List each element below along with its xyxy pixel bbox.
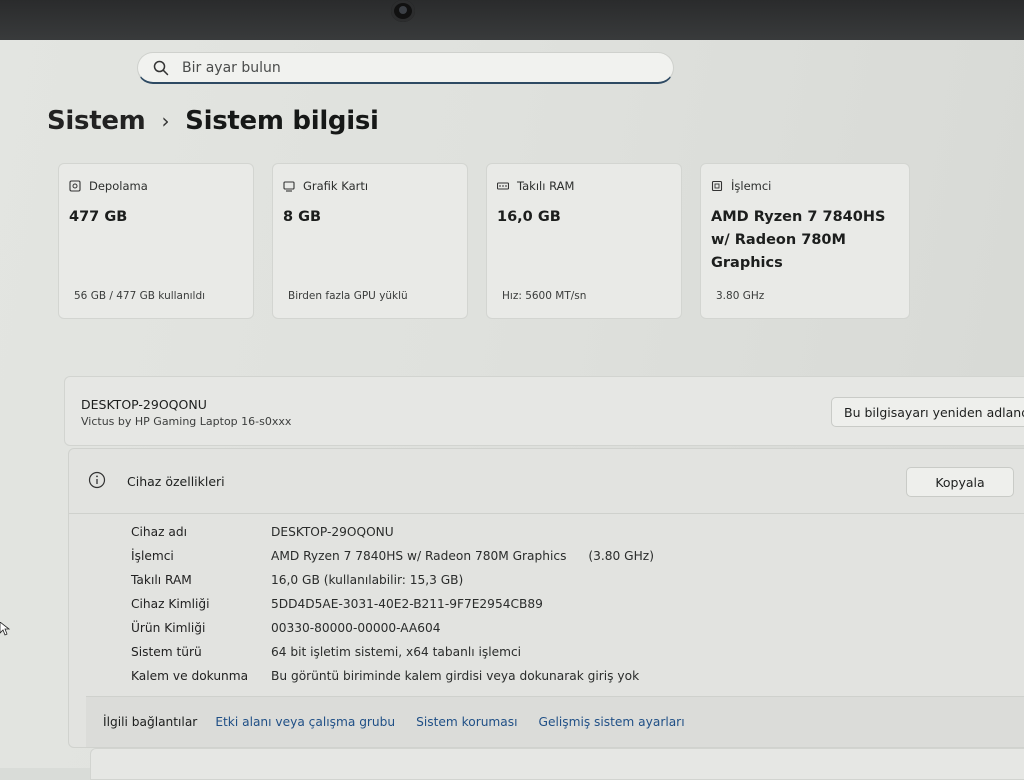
related-links-bar: İlgili bağlantılar Etki alanı veya çalış… xyxy=(86,696,1024,747)
card-title: Takılı RAM xyxy=(517,179,575,193)
card-value: 16,0 GB xyxy=(497,209,561,225)
card-subtitle: Birden fazla GPU yüklü xyxy=(288,290,408,302)
cpu-icon xyxy=(711,180,723,192)
spec-value: 64 bit işletim sistemi, x64 tabanlı işle… xyxy=(271,645,522,659)
spec-value: AMD Ryzen 7 7840HS w/ Radeon 780M Graphi… xyxy=(271,549,567,563)
ram-card: Takılı RAM 16,0 GB Hız: 5600 MT/sn xyxy=(486,163,682,319)
spec-label: Takılı RAM xyxy=(131,573,192,587)
spec-title: Cihaz özellikleri xyxy=(127,474,225,489)
card-subtitle: 3.80 GHz xyxy=(716,290,765,302)
page-title: Sistem bilgisi xyxy=(185,106,379,136)
gpu-icon xyxy=(283,181,295,192)
mouse-cursor-icon xyxy=(0,622,10,636)
search-input[interactable] xyxy=(182,59,642,76)
chevron-right-icon: › xyxy=(161,109,170,133)
spec-label: Kalem ve dokunma xyxy=(131,669,249,683)
rename-pc-button[interactable]: Bu bilgisayarı yeniden adlandır xyxy=(831,397,1024,427)
settings-window: Sistem › Sistem bilgisi Depolama 477 GB … xyxy=(0,40,1024,780)
copy-button[interactable]: Kopyala xyxy=(906,467,1014,497)
spec-value: DESKTOP-29OQONU xyxy=(271,525,394,539)
card-subtitle: Hız: 5600 MT/sn xyxy=(502,290,587,302)
advanced-system-settings-link[interactable]: Gelişmiş sistem ayarları xyxy=(539,715,685,729)
card-value: AMD Ryzen 7 7840HS w/ Radeon 780M Graphi… xyxy=(711,209,886,271)
spec-value: Bu görüntü biriminde kalem girdisi veya … xyxy=(271,669,640,683)
search-box[interactable] xyxy=(137,52,674,84)
spec-value: 5DD4D5AE-3031-40E2-B211-9F7E2954CB89 xyxy=(271,597,543,611)
spec-label: Cihaz adı xyxy=(131,525,187,539)
spec-value: 16,0 GB (kullanılabilir: 15,3 GB) xyxy=(271,573,464,587)
domain-workgroup-link[interactable]: Etki alanı veya çalışma grubu xyxy=(215,715,395,729)
storage-card: Depolama 477 GB 56 GB / 477 GB kullanıld… xyxy=(58,163,254,319)
card-header: Grafik Kartı xyxy=(283,179,368,193)
card-subtitle: 56 GB / 477 GB kullanıldı xyxy=(74,290,206,302)
device-name-panel: DESKTOP-29OQONU Victus by HP Gaming Lapt… xyxy=(64,376,1024,446)
spec-label: Cihaz Kimliği xyxy=(131,597,210,611)
breadcrumb: Sistem › Sistem bilgisi xyxy=(47,106,379,136)
card-header: Depolama xyxy=(69,179,148,193)
card-value: 8 GB xyxy=(283,209,322,225)
spec-value-extra: (3.80 GHz) xyxy=(588,549,654,563)
webcam xyxy=(391,0,415,22)
spec-value-group: AMD Ryzen 7 7840HS w/ Radeon 780M Graphi… xyxy=(271,549,654,563)
card-title: İşlemci xyxy=(731,179,772,193)
spec-label: Ürün Kimliği xyxy=(131,621,206,635)
ram-icon xyxy=(497,182,509,190)
breadcrumb-root[interactable]: Sistem xyxy=(47,106,146,136)
spec-header[interactable]: Cihaz özellikleri Kopyala xyxy=(69,449,1024,514)
related-links-label: İlgili bağlantılar xyxy=(103,715,198,729)
device-name: DESKTOP-29OQONU xyxy=(81,397,207,412)
system-protection-link[interactable]: Sistem koruması xyxy=(416,715,517,729)
laptop-bezel xyxy=(0,0,1024,44)
card-value: 477 GB xyxy=(69,209,128,225)
next-panel xyxy=(90,748,1024,780)
storage-icon xyxy=(69,180,81,192)
card-header: Takılı RAM xyxy=(497,179,574,193)
card-title: Grafik Kartı xyxy=(303,179,369,193)
spec-label: Sistem türü xyxy=(131,645,202,659)
gpu-card: Grafik Kartı 8 GB Birden fazla GPU yüklü xyxy=(272,163,468,319)
card-title: Depolama xyxy=(89,179,148,193)
search-icon xyxy=(153,60,169,75)
spec-value: 00330-80000-00000-AA604 xyxy=(271,621,441,635)
cpu-card: İşlemci AMD Ryzen 7 7840HS w/ Radeon 780… xyxy=(700,163,910,319)
card-header: İşlemci xyxy=(711,179,771,193)
spec-label: İşlemci xyxy=(131,549,174,563)
info-icon xyxy=(88,471,106,489)
device-model: Victus by HP Gaming Laptop 16-s0xxx xyxy=(81,415,292,428)
